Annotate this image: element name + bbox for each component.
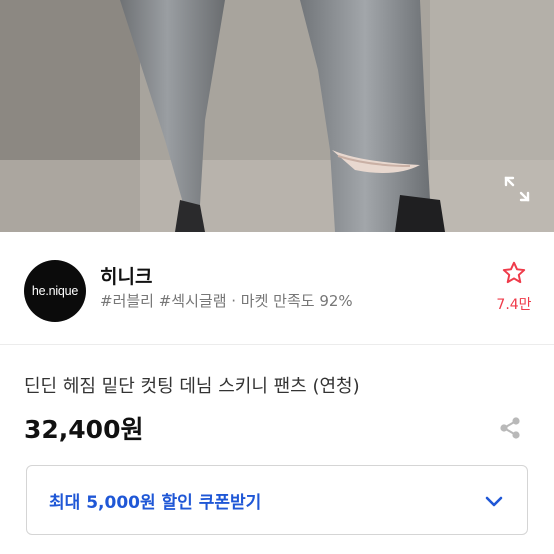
chevron-down-icon	[485, 496, 503, 507]
seller-logo-text: he.nique	[31, 284, 79, 298]
favorite-button[interactable]: 7.4만	[492, 260, 536, 314]
coupon-label: 최대 5,000원 할인 쿠폰받기	[49, 493, 262, 513]
seller-tags-satisfaction: #러블리 #섹시글램 · 마켓 만족도 92%	[100, 292, 353, 310]
share-icon	[500, 417, 520, 439]
coupon-download-button[interactable]: 최대 5,000원 할인 쿠폰받기	[26, 465, 528, 535]
product-title: 딘딘 헤짐 밑단 컷팅 데님 스키니 팬츠 (연청)	[24, 376, 360, 397]
product-photo-illustration	[0, 0, 554, 232]
expand-icon	[504, 176, 530, 202]
favorite-count: 7.4만	[496, 297, 532, 313]
seller-row[interactable]: he.nique 히니크 #러블리 #섹시글램 · 마켓 만족도 92% 7.4…	[0, 232, 554, 344]
expand-image-button[interactable]	[502, 174, 532, 204]
share-button[interactable]	[496, 414, 524, 442]
product-price: 32,400원	[24, 415, 144, 444]
seller-logo[interactable]: he.nique	[24, 260, 86, 322]
seller-name[interactable]: 히니크	[100, 262, 152, 289]
product-image[interactable]	[0, 0, 554, 232]
star-outline-icon	[502, 261, 526, 284]
divider	[0, 344, 554, 345]
